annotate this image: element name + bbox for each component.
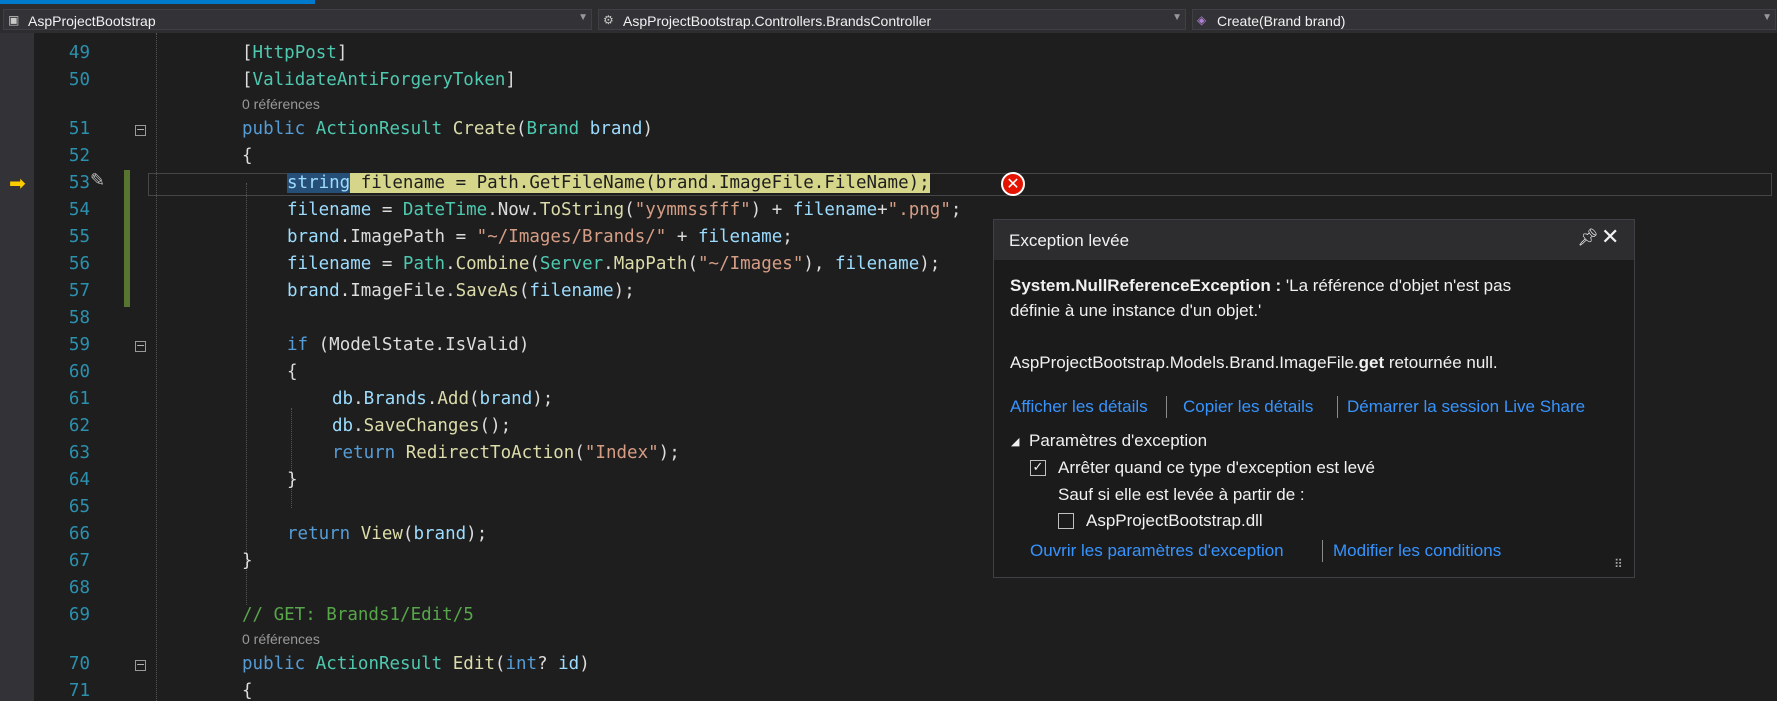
line-text: } bbox=[242, 551, 253, 571]
member-dropdown-label: Create(Brand brand) bbox=[1217, 13, 1346, 29]
popup-header: Exception levée 📌︎ ✕ bbox=[994, 220, 1634, 260]
line-text: string filename = Path.GetFileName(brand… bbox=[287, 173, 930, 193]
edit-and-continue-icon[interactable]: ✎ bbox=[90, 170, 105, 191]
navigation-bar: ▣ AspProjectBootstrap ▼ ⚙ AspProjectBoot… bbox=[0, 5, 1777, 33]
collapse-toggle[interactable]: − bbox=[135, 124, 146, 136]
collapse-toggle[interactable]: − bbox=[135, 340, 146, 352]
dll-checkbox[interactable] bbox=[1058, 513, 1074, 529]
edit-conditions-link[interactable]: Modifier les conditions bbox=[1333, 541, 1501, 561]
exception-settings-header[interactable]: Paramètres d'exception bbox=[1029, 431, 1207, 451]
line-text: return RedirectToAction("Index"); bbox=[332, 443, 680, 463]
exception-helper-popup: Exception levée 📌︎ ✕ System.NullReferenc… bbox=[993, 219, 1635, 578]
codelens-references[interactable]: 0 références bbox=[242, 631, 320, 647]
expand-triangle-icon[interactable]: ◢ bbox=[1011, 435, 1019, 448]
break-on-exception-label: Arrêter quand ce type d'exception est le… bbox=[1058, 458, 1375, 477]
line-text: public ActionResult Edit(int? id) bbox=[242, 654, 590, 674]
line-text: filename = Path.Combine(Server.MapPath("… bbox=[287, 254, 941, 274]
line-number: 63 bbox=[68, 443, 90, 463]
except-when-label: Sauf si elle est levée à partir de : bbox=[1058, 485, 1305, 504]
line-text: return View(brand); bbox=[287, 524, 488, 544]
project-dropdown-label: AspProjectBootstrap bbox=[28, 13, 156, 29]
line-number: 59 bbox=[68, 335, 90, 355]
code-line-current: ➡ ✎ 53 string filename = Path.GetFileNam… bbox=[0, 170, 1777, 197]
code-line: 50 [ValidateAntiForgeryToken] bbox=[0, 67, 1777, 94]
line-text: filename = DateTime.Now.ToString("yymmss… bbox=[287, 200, 962, 220]
show-details-link[interactable]: Afficher les détails bbox=[1010, 397, 1148, 417]
link-separator bbox=[1322, 540, 1323, 562]
method-icon: ◈ bbox=[1197, 13, 1207, 27]
line-text: [ValidateAntiForgeryToken] bbox=[242, 70, 516, 90]
line-text: brand.ImagePath = "~/Images/Brands/" + f… bbox=[287, 227, 793, 247]
pin-icon[interactable]: 📌︎ bbox=[1577, 228, 1599, 248]
exception-message-line-1: System.NullReferenceException : 'La réfé… bbox=[1010, 276, 1512, 295]
line-text: { bbox=[242, 146, 253, 166]
project-icon: ▣ bbox=[8, 13, 20, 27]
line-number: 66 bbox=[68, 524, 90, 544]
exception-type: System.NullReferenceException : bbox=[1010, 276, 1282, 295]
link-separator bbox=[1166, 396, 1167, 418]
line-number: 68 bbox=[68, 578, 90, 598]
line-number: 67 bbox=[68, 551, 90, 571]
project-dropdown[interactable]: ▣ AspProjectBootstrap ▼ bbox=[3, 9, 592, 30]
link-separator bbox=[1337, 396, 1338, 418]
dll-checkbox-label: AspProjectBootstrap.dll bbox=[1086, 511, 1263, 530]
line-number: 61 bbox=[68, 389, 90, 409]
resize-grip-icon[interactable]: ⠿ bbox=[1614, 557, 1623, 571]
line-number: 57 bbox=[68, 281, 90, 301]
active-tab-accent bbox=[0, 0, 315, 4]
class-icon: ⚙ bbox=[603, 13, 614, 27]
line-text: db.Brands.Add(brand); bbox=[332, 389, 554, 409]
codelens-references[interactable]: 0 références bbox=[242, 96, 320, 112]
line-text: [HttpPost] bbox=[242, 43, 348, 63]
exception-detail: AspProjectBootstrap.Models.Brand.ImageFi… bbox=[1010, 353, 1498, 372]
code-line: 69 // GET: Brands1/Edit/5 bbox=[0, 602, 1777, 629]
line-number: 54 bbox=[68, 200, 90, 220]
chevron-down-icon: ▼ bbox=[578, 12, 588, 23]
close-icon[interactable]: ✕ bbox=[1601, 225, 1619, 250]
execution-pointer-icon[interactable]: ➡ bbox=[9, 171, 26, 195]
code-line: 49 [HttpPost] bbox=[0, 40, 1777, 67]
code-line: 70 public ActionResult Edit(int? id) bbox=[0, 651, 1777, 678]
line-number: 62 bbox=[68, 416, 90, 436]
line-number: 71 bbox=[68, 681, 90, 701]
exception-message-line-2: définie à une instance d'un objet.' bbox=[1010, 301, 1262, 320]
line-number: 49 bbox=[68, 43, 90, 63]
chevron-down-icon: ▼ bbox=[1762, 12, 1772, 23]
class-dropdown-label: AspProjectBootstrap.Controllers.BrandsCo… bbox=[623, 13, 932, 29]
break-on-exception-checkbox[interactable]: ✓ bbox=[1030, 460, 1046, 476]
line-text: public ActionResult Create(Brand brand) bbox=[242, 119, 653, 139]
line-text: db.SaveChanges(); bbox=[332, 416, 512, 436]
code-line: 71 { bbox=[0, 678, 1777, 701]
popup-title: Exception levée bbox=[1009, 231, 1130, 250]
line-text: brand.ImageFile.SaveAs(filename); bbox=[287, 281, 635, 301]
line-number: 70 bbox=[68, 654, 90, 674]
line-number: 56 bbox=[68, 254, 90, 274]
open-exception-settings-link[interactable]: Ouvrir les paramètres d'exception bbox=[1030, 541, 1284, 561]
line-number: 60 bbox=[68, 362, 90, 382]
code-line: 51 public ActionResult Create(Brand bran… bbox=[0, 116, 1777, 143]
line-number: 50 bbox=[68, 70, 90, 90]
line-text: if (ModelState.IsValid) bbox=[287, 335, 530, 355]
code-line: 52 { bbox=[0, 143, 1777, 170]
code-line: 68 bbox=[0, 575, 1777, 602]
line-number: 64 bbox=[68, 470, 90, 490]
line-text: { bbox=[242, 681, 253, 701]
member-dropdown[interactable]: ◈ Create(Brand brand) ▼ bbox=[1192, 9, 1776, 30]
line-number: 69 bbox=[68, 605, 90, 625]
error-icon[interactable]: ✕ bbox=[1001, 172, 1025, 196]
live-share-link[interactable]: Démarrer la session Live Share bbox=[1347, 397, 1585, 417]
line-number: 53 bbox=[68, 173, 90, 193]
copy-details-link[interactable]: Copier les détails bbox=[1183, 397, 1313, 417]
line-number: 58 bbox=[68, 308, 90, 328]
line-text: // GET: Brands1/Edit/5 bbox=[242, 605, 474, 625]
line-text: { bbox=[287, 362, 298, 382]
line-number: 51 bbox=[68, 119, 90, 139]
line-number: 52 bbox=[68, 146, 90, 166]
line-text: } bbox=[287, 470, 298, 490]
line-number: 55 bbox=[68, 227, 90, 247]
chevron-down-icon: ▼ bbox=[1172, 12, 1182, 23]
class-dropdown[interactable]: ⚙ AspProjectBootstrap.Controllers.Brands… bbox=[598, 9, 1186, 30]
line-number: 65 bbox=[68, 497, 90, 517]
collapse-toggle[interactable]: − bbox=[135, 659, 146, 671]
